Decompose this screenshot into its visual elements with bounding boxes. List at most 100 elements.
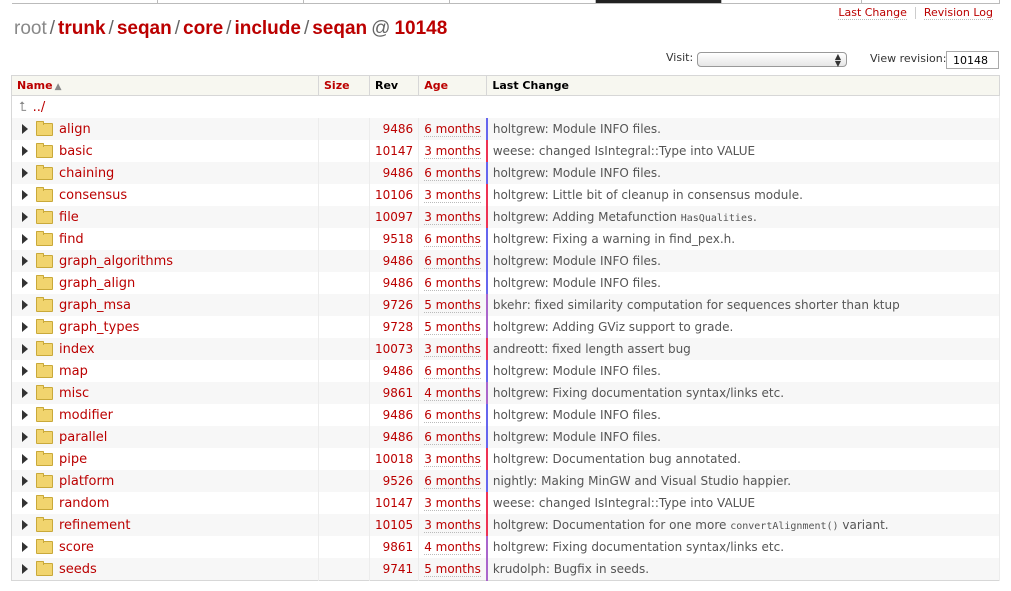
directory-link[interactable]: graph_types [59, 320, 139, 335]
directory-link[interactable]: misc [59, 386, 89, 401]
expand-triangle-icon[interactable] [22, 388, 28, 398]
age-link[interactable]: 4 months [424, 540, 481, 555]
expand-triangle-icon[interactable] [22, 168, 28, 178]
rev-cell[interactable]: 9486 [369, 162, 420, 184]
top-nav-tab[interactable] [862, 0, 1000, 4]
expand-triangle-icon[interactable] [22, 212, 28, 222]
breadcrumb-root[interactable]: root [14, 18, 47, 39]
expand-triangle-icon[interactable] [22, 344, 28, 354]
age-link[interactable]: 3 months [424, 452, 481, 467]
size-column-header[interactable]: Size [318, 75, 370, 96]
age-link[interactable]: 5 months [424, 298, 481, 313]
directory-link[interactable]: seeds [59, 562, 97, 577]
rev-cell[interactable]: 9486 [369, 250, 420, 272]
rev-cell[interactable]: 10147 [369, 492, 420, 514]
rev-cell[interactable]: 9486 [369, 272, 420, 294]
expand-triangle-icon[interactable] [22, 432, 28, 442]
name-column-header[interactable]: Name ▲ [11, 75, 319, 96]
directory-link[interactable]: score [59, 540, 94, 555]
rev-cell[interactable]: 9861 [369, 536, 420, 558]
rev-cell[interactable]: 9861 [369, 382, 420, 404]
age-link[interactable]: 6 months [424, 122, 481, 137]
directory-link[interactable]: consensus [59, 188, 127, 203]
directory-link[interactable]: file [59, 210, 79, 225]
rev-cell[interactable]: 9486 [369, 426, 420, 448]
directory-link[interactable]: modifier [59, 408, 113, 423]
top-nav-tab[interactable] [12, 0, 158, 4]
expand-triangle-icon[interactable] [22, 278, 28, 288]
top-nav-tab-active[interactable] [596, 0, 722, 4]
expand-triangle-icon[interactable] [22, 542, 28, 552]
age-link[interactable]: 6 months [424, 430, 481, 445]
rev-cell[interactable]: 10018 [369, 448, 420, 470]
rev-cell[interactable]: 9741 [369, 558, 420, 581]
top-nav-tab[interactable] [722, 0, 862, 4]
expand-triangle-icon[interactable] [22, 190, 28, 200]
age-link[interactable]: 6 months [424, 254, 481, 269]
directory-link[interactable]: refinement [59, 518, 130, 533]
rev-cell[interactable]: 9726 [369, 294, 420, 316]
expand-triangle-icon[interactable] [22, 498, 28, 508]
expand-triangle-icon[interactable] [22, 124, 28, 134]
age-link[interactable]: 4 months [424, 386, 481, 401]
directory-link[interactable]: parallel [59, 430, 107, 445]
expand-triangle-icon[interactable] [22, 410, 28, 420]
expand-triangle-icon[interactable] [22, 256, 28, 266]
expand-triangle-icon[interactable] [22, 476, 28, 486]
age-link[interactable]: 6 months [424, 408, 481, 423]
directory-link[interactable]: graph_algorithms [59, 254, 173, 269]
expand-triangle-icon[interactable] [22, 146, 28, 156]
rev-cell[interactable]: 9486 [369, 360, 420, 382]
age-link[interactable]: 3 months [424, 518, 481, 533]
rev-cell[interactable]: 9486 [369, 118, 420, 140]
top-nav-tab[interactable] [304, 0, 450, 4]
visit-select[interactable]: ▲ ▼ [697, 52, 847, 68]
directory-link[interactable]: basic [59, 144, 93, 159]
directory-link[interactable]: random [59, 496, 109, 511]
rev-cell[interactable]: 10105 [369, 514, 420, 536]
age-link[interactable]: 3 months [424, 210, 481, 225]
age-link[interactable]: 6 months [424, 166, 481, 181]
expand-triangle-icon[interactable] [22, 366, 28, 376]
breadcrumb-include[interactable]: include [234, 18, 301, 39]
top-nav-tab[interactable] [158, 0, 304, 4]
rev-cell[interactable]: 10097 [369, 206, 420, 228]
expand-triangle-icon[interactable] [22, 454, 28, 464]
age-link[interactable]: 5 months [424, 320, 481, 335]
directory-link[interactable]: align [59, 122, 91, 137]
rev-cell[interactable]: 9486 [369, 404, 420, 426]
breadcrumb-seqan[interactable]: seqan [117, 18, 172, 39]
name-sort-link[interactable]: Name [17, 79, 53, 92]
expand-triangle-icon[interactable] [22, 234, 28, 244]
age-link[interactable]: 6 months [424, 276, 481, 291]
directory-link[interactable]: graph_align [59, 276, 135, 291]
rev-cell[interactable]: 10106 [369, 184, 420, 206]
breadcrumb-revision[interactable]: 10148 [394, 18, 447, 39]
age-link[interactable]: 6 months [424, 474, 481, 489]
breadcrumb-trunk[interactable]: trunk [58, 18, 106, 39]
rev-cell[interactable]: 9518 [369, 228, 420, 250]
rev-cell[interactable]: 9526 [369, 470, 420, 492]
last-change-link[interactable]: Last Change [838, 6, 907, 20]
revision-log-link[interactable]: Revision Log [923, 6, 993, 20]
rev-cell[interactable]: 9728 [369, 316, 420, 338]
age-link[interactable]: 5 months [424, 562, 481, 577]
rev-cell[interactable]: 10073 [369, 338, 420, 360]
breadcrumb-seqan-current[interactable]: seqan [312, 18, 367, 39]
expand-triangle-icon[interactable] [22, 300, 28, 310]
directory-link[interactable]: platform [59, 474, 114, 489]
expand-triangle-icon[interactable] [22, 564, 28, 574]
directory-link[interactable]: map [59, 364, 88, 379]
top-nav-tab[interactable] [450, 0, 596, 4]
age-link[interactable]: 3 months [424, 144, 481, 159]
view-revision-input[interactable] [946, 51, 999, 69]
expand-triangle-icon[interactable] [22, 322, 28, 332]
directory-link[interactable]: chaining [59, 166, 114, 181]
age-link[interactable]: 6 months [424, 232, 481, 247]
age-link[interactable]: 3 months [424, 496, 481, 511]
age-link[interactable]: 3 months [424, 188, 481, 203]
parent-dir-link[interactable]: ../ [33, 100, 46, 115]
directory-link[interactable]: index [59, 342, 95, 357]
rev-cell[interactable]: 10147 [369, 140, 420, 162]
age-link[interactable]: 6 months [424, 364, 481, 379]
